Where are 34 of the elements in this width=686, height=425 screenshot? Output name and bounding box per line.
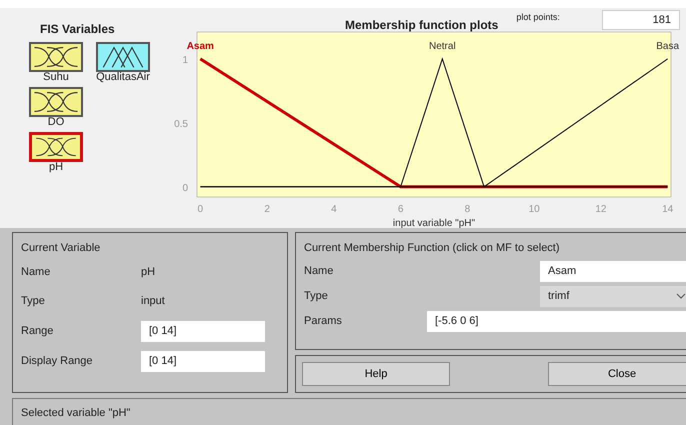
panel-title: Current Variable: [21, 242, 100, 254]
field-label: Name: [304, 265, 334, 277]
field-label: Name: [21, 266, 52, 278]
field-label: Type: [304, 290, 329, 302]
status-message: Selected variable "pH": [12, 398, 686, 425]
panel-title: Current Membership Function (click on MF to select): [304, 242, 560, 254]
variable-name: pH: [141, 266, 156, 278]
axis-label: input variable "pH": [392, 218, 476, 229]
field-label: Range: [21, 325, 54, 337]
variable-label: DO: [48, 116, 64, 128]
axis-tick-label: 6: [398, 204, 404, 215]
axis-tick-label: 1: [182, 54, 188, 66]
axis-tick-label: 12: [595, 204, 606, 215]
panel-title: FIS Variables: [40, 22, 115, 36]
axis-tick-label: 14: [662, 204, 674, 215]
variable-label: Suhu: [43, 71, 69, 83]
variable-type: input: [141, 295, 165, 307]
field-label: Params: [304, 315, 343, 327]
axis-tick-label: 0.5: [174, 118, 188, 130]
variable-label: QualitasAir: [96, 71, 150, 83]
field-label: plot points:: [516, 12, 560, 22]
curve-label: Asam: [186, 40, 214, 52]
axis-tick-label: 0: [198, 204, 204, 215]
curve-label: Basa: [656, 40, 680, 52]
field-label: Type: [21, 295, 46, 307]
axis-tick-label: 8: [464, 204, 470, 215]
variable-label: pH: [48, 161, 64, 173]
axis-tick-label: 4: [331, 204, 337, 215]
axis-tick-label: 10: [528, 204, 540, 215]
field-label: Display Range: [21, 355, 94, 367]
axis-tick-label: 2: [264, 204, 270, 215]
curve-label: Netral: [429, 40, 456, 52]
chart-title: Membership function plots: [345, 18, 498, 32]
axis-tick-label: 0: [182, 182, 188, 194]
